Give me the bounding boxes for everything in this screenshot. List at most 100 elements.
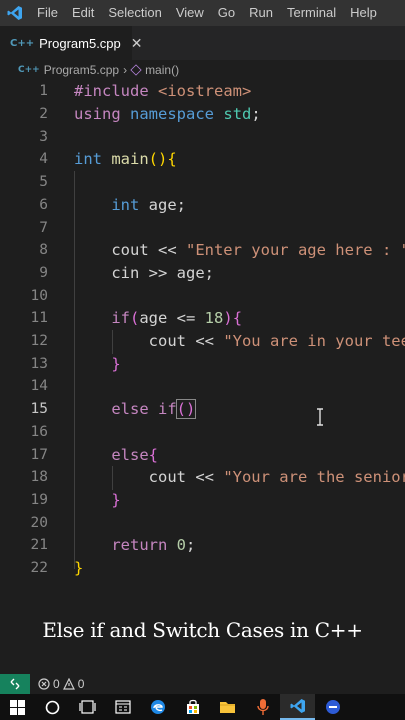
code-line: 16 xyxy=(0,421,405,444)
method-icon xyxy=(130,64,142,76)
line-number: 18 xyxy=(30,469,48,486)
code-text: int main(){ xyxy=(74,150,177,169)
line-number: 9 xyxy=(39,264,48,281)
windows-taskbar xyxy=(0,694,405,720)
code-line: 13 } xyxy=(0,352,405,375)
warning-icon xyxy=(62,678,75,690)
task-view-icon[interactable] xyxy=(70,694,105,720)
error-icon xyxy=(38,678,50,690)
chevron-right-icon: › xyxy=(123,63,128,77)
code-text: #include <iostream> xyxy=(74,82,252,101)
breadcrumb-symbol[interactable]: main() xyxy=(145,63,179,77)
menu-go[interactable]: Go xyxy=(211,0,242,26)
code-line: 11 if(age <= 18){ xyxy=(0,307,405,330)
file-explorer-icon[interactable] xyxy=(105,694,140,720)
code-line: 21 return 0; xyxy=(0,534,405,557)
line-number: 15 xyxy=(30,401,48,418)
code-line: 12 cout << "You are in your tee xyxy=(0,330,405,353)
line-number: 22 xyxy=(30,560,48,577)
code-text: else{ xyxy=(111,445,158,464)
code-text: using namespace std; xyxy=(74,105,261,124)
tab-program5-cpp[interactable]: C++ Program5.cpp ✕ xyxy=(0,26,143,60)
code-text: int age; xyxy=(111,195,187,214)
folder-icon[interactable] xyxy=(210,694,245,720)
line-number: 4 xyxy=(39,151,48,168)
line-number: 21 xyxy=(30,537,48,554)
code-line: 10 xyxy=(0,284,405,307)
code-line: 7 xyxy=(0,216,405,239)
code-line: 3 xyxy=(0,125,405,148)
code-line: 9 cin >> age; xyxy=(0,262,405,285)
code-text: } xyxy=(111,354,121,373)
menu-view[interactable]: View xyxy=(169,0,211,26)
code-line: 5 xyxy=(0,171,405,194)
code-text: else if() xyxy=(111,399,197,420)
close-icon[interactable]: ✕ xyxy=(131,35,143,52)
code-text: cout << "You are in your tee xyxy=(148,332,405,351)
code-editor[interactable]: 1 #include <iostream> 2 using namespace … xyxy=(0,80,405,620)
line-number: 12 xyxy=(30,333,48,350)
line-number: 19 xyxy=(30,491,48,508)
microphone-icon[interactable] xyxy=(245,694,280,720)
line-number: 7 xyxy=(39,219,48,236)
line-number: 14 xyxy=(30,378,48,395)
tab-bar: C++ Program5.cpp ✕ xyxy=(0,26,405,60)
line-number: 6 xyxy=(39,196,48,213)
code-line: 4 int main(){ xyxy=(0,148,405,171)
search-icon[interactable] xyxy=(35,694,70,720)
recording-app-icon[interactable] xyxy=(315,694,350,720)
text-cursor-icon xyxy=(317,408,323,426)
code-line: 19 } xyxy=(0,489,405,512)
video-caption: Else if and Switch Cases in C++ xyxy=(42,618,363,642)
menu-selection[interactable]: Selection xyxy=(101,0,168,26)
code-line: 14 xyxy=(0,375,405,398)
code-text: } xyxy=(111,490,121,509)
line-number: 11 xyxy=(30,310,48,327)
code-text: cout << "Your are the senior xyxy=(148,468,405,487)
code-text: } xyxy=(74,559,84,578)
line-number: 13 xyxy=(30,355,48,372)
store-icon[interactable] xyxy=(175,694,210,720)
line-number: 17 xyxy=(30,446,48,463)
line-number: 1 xyxy=(39,83,48,100)
warning-count: 0 xyxy=(77,677,85,691)
vscode-logo-icon xyxy=(0,0,30,26)
code-line: 8 cout << "Enter your age here : " xyxy=(0,239,405,262)
breadcrumb-file[interactable]: Program5.cpp xyxy=(44,63,119,77)
code-line: 17 else{ xyxy=(0,443,405,466)
tab-label: Program5.cpp xyxy=(39,36,121,51)
menu-terminal[interactable]: Terminal xyxy=(280,0,343,26)
line-number: 20 xyxy=(30,514,48,531)
line-number: 16 xyxy=(30,423,48,440)
menu-edit[interactable]: Edit xyxy=(65,0,101,26)
remote-icon[interactable] xyxy=(0,674,30,694)
vscode-taskbar-icon[interactable] xyxy=(280,694,315,720)
cpp-file-icon: C++ xyxy=(10,38,35,49)
line-number: 2 xyxy=(39,106,48,123)
line-number: 5 xyxy=(39,174,48,191)
code-text: cin >> age; xyxy=(111,263,214,282)
menu-help[interactable]: Help xyxy=(343,0,384,26)
line-number: 8 xyxy=(39,242,48,259)
menu-file[interactable]: File xyxy=(30,0,65,26)
code-line: 2 using namespace std; xyxy=(0,103,405,126)
error-count: 0 xyxy=(53,677,60,691)
cpp-file-icon: C++ xyxy=(18,65,40,75)
code-line: 18 cout << "Your are the senior xyxy=(0,466,405,489)
breadcrumb: C++ Program5.cpp › main() xyxy=(0,60,405,80)
status-bar: 0 0 xyxy=(0,674,405,694)
code-text: cout << "Enter your age here : " xyxy=(111,241,405,260)
line-number: 3 xyxy=(39,128,48,145)
code-line: 20 xyxy=(0,511,405,534)
code-line: 6 int age; xyxy=(0,194,405,217)
menu-run[interactable]: Run xyxy=(242,0,280,26)
line-number: 10 xyxy=(30,287,48,304)
code-line: 1 #include <iostream> xyxy=(0,80,405,103)
code-text: return 0; xyxy=(111,536,196,555)
windows-start-icon[interactable] xyxy=(0,694,35,720)
problems-indicator[interactable]: 0 0 xyxy=(38,677,84,691)
code-line: 22 } xyxy=(0,557,405,580)
menu-bar: File Edit Selection View Go Run Terminal… xyxy=(0,0,405,26)
edge-browser-icon[interactable] xyxy=(140,694,175,720)
code-line-active: 15 else if() xyxy=(0,398,405,421)
